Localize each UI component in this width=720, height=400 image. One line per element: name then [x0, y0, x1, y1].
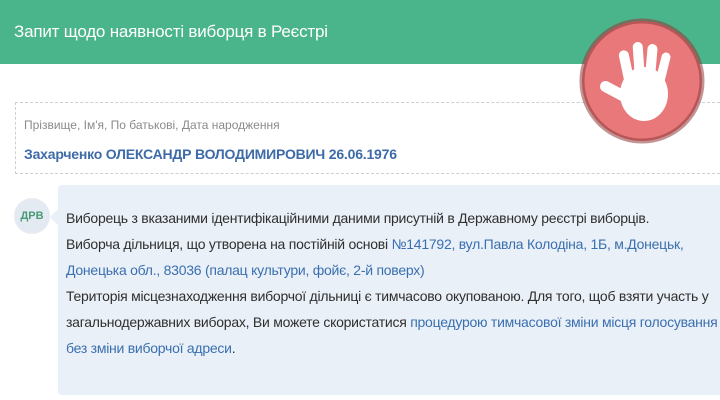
reply-line-procedure-cont: без зміни виборчої адреси.	[66, 335, 716, 361]
page: Запит щодо наявності виборця в Реєстрі П…	[0, 0, 720, 400]
reply-line-presence: Виборець з вказаними ідентифікаційними д…	[66, 210, 650, 226]
station-intro-text: Виборча дільниця, що утворена на постійн…	[66, 236, 392, 252]
bubble-tail	[50, 209, 58, 225]
procedure-end-text: .	[231, 340, 236, 356]
reply-line-station: Виборча дільниця, що утворена на постійн…	[66, 231, 716, 257]
procedure-link-cont[interactable]: без зміни виборчої адреси	[66, 340, 232, 356]
query-label: Прізвище, Ім'я, По батькові, Дата народж…	[24, 118, 280, 132]
procedure-link[interactable]: процедурою тимчасової зміни місця голосу…	[410, 314, 718, 330]
reply-line-station-cont: Донецька обл., 83036 (палац культури, фо…	[66, 257, 716, 283]
reply-text: Виборець з вказаними ідентифікаційними д…	[66, 205, 718, 361]
reply-line-procedure: загальнодержавних виборах, Ви можете ско…	[66, 309, 718, 335]
procedure-intro-text: загальнодержавних виборах, Ви можете ско…	[66, 314, 411, 330]
stop-hand-icon	[579, 18, 705, 144]
station-address-link-cont[interactable]: Донецька обл., 83036 (палац культури, фо…	[66, 262, 425, 278]
station-address-link[interactable]: №141792, вул.Павла Колодіна, 1Б, м.Донец…	[392, 236, 684, 252]
sender-label: ДРВ	[20, 210, 44, 222]
reply-bubble: Виборець з вказаними ідентифікаційними д…	[58, 185, 720, 395]
page-title: Запит щодо наявності виборця в Реєстрі	[14, 22, 328, 41]
reply-line-occupied: Територія місцезнаходження виборчої діль…	[66, 288, 709, 304]
query-value: Захарченко ОЛЕКСАНДР ВОЛОДИМИРОВИЧ 26.06…	[24, 146, 397, 162]
sender-avatar: ДРВ	[14, 198, 50, 234]
